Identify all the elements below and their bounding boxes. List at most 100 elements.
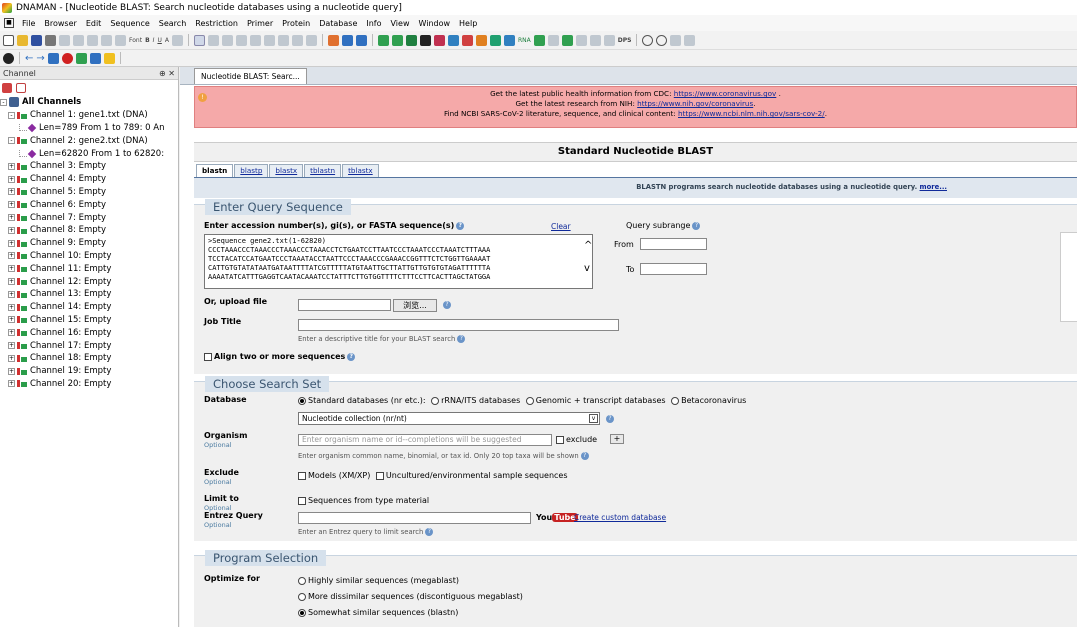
nih-link[interactable]: https://www.nih.gov/coronavirus xyxy=(637,99,753,108)
numbered-list-icon[interactable] xyxy=(249,34,261,46)
channel-item[interactable]: + Channel 9: Empty xyxy=(0,237,178,250)
align-left-icon[interactable] xyxy=(193,34,205,46)
dot-plot-icon[interactable] xyxy=(589,34,601,46)
menu-restriction[interactable]: Restriction xyxy=(195,19,238,28)
channel-1[interactable]: - Channel 1: gene1.txt (DNA) xyxy=(0,109,178,122)
menu-file[interactable]: File xyxy=(22,19,35,28)
blastn-radio[interactable] xyxy=(298,608,306,617)
restriction-icon[interactable] xyxy=(327,34,339,46)
browser-tab[interactable]: Nucleotide BLAST: Searc... xyxy=(194,68,307,84)
refresh-icon[interactable] xyxy=(75,52,87,64)
paragraph-icon[interactable] xyxy=(291,34,303,46)
sequence-icon[interactable] xyxy=(433,34,445,46)
channel-print-icon[interactable] xyxy=(2,83,12,93)
expand-icon[interactable]: + xyxy=(8,265,15,273)
expand-icon[interactable]: + xyxy=(8,188,15,196)
zoom-in-icon[interactable] xyxy=(642,34,654,46)
help-icon[interactable]: ? xyxy=(606,415,614,423)
tab-blastn[interactable]: blastn xyxy=(196,164,234,177)
zoom-fit-icon[interactable] xyxy=(670,34,682,46)
zoom-out-icon[interactable] xyxy=(656,34,668,46)
help-icon[interactable]: ? xyxy=(580,452,589,460)
image-icon[interactable] xyxy=(503,34,515,46)
antibody-icon[interactable] xyxy=(603,34,615,46)
db-rrna-radio[interactable] xyxy=(431,396,440,405)
cut-icon[interactable] xyxy=(59,34,70,46)
youtube-logo[interactable]: You Tube xyxy=(536,513,578,522)
translate-icon[interactable] xyxy=(391,34,403,46)
tab-tblastx[interactable]: tblastx xyxy=(342,164,379,177)
menu-database[interactable]: Database xyxy=(319,19,357,28)
dc-megablast-radio[interactable] xyxy=(298,592,306,601)
db-betacorona-radio[interactable] xyxy=(671,396,680,405)
dps-button[interactable]: DPS xyxy=(618,37,632,44)
expand-icon[interactable]: + xyxy=(8,201,15,209)
channel-item[interactable]: + Channel 11: Empty xyxy=(0,262,178,275)
cdc-link[interactable]: https://www.coronavirus.gov xyxy=(674,89,777,98)
expand-icon[interactable]: + xyxy=(8,303,15,311)
clear-link[interactable]: Clear xyxy=(551,222,571,231)
tab-tblastn[interactable]: tblastn xyxy=(304,164,342,177)
exclude-organism-option[interactable]: exclude xyxy=(556,435,597,444)
help-icon[interactable]: ? xyxy=(425,528,434,536)
help-icon[interactable]: ? xyxy=(457,335,466,343)
from-input[interactable] xyxy=(640,238,707,250)
megablast-option[interactable]: Highly similar sequences (megablast) xyxy=(298,576,459,585)
collapse-icon[interactable]: - xyxy=(8,137,15,145)
arrows-icon[interactable] xyxy=(475,34,487,46)
channel-item[interactable]: + Channel 17: Empty xyxy=(0,339,178,352)
tree-icon[interactable] xyxy=(489,34,501,46)
file-info-icon[interactable] xyxy=(341,34,353,46)
undo-icon[interactable] xyxy=(101,34,112,46)
compare-icon[interactable] xyxy=(447,34,459,46)
channel-item[interactable]: + Channel 15: Empty xyxy=(0,314,178,327)
channel-2-info[interactable]: Len=62820 From 1 to 62820: xyxy=(0,147,178,160)
db-genomic-option[interactable]: Genomic + transcript databases xyxy=(525,396,666,405)
copy-icon[interactable] xyxy=(73,34,84,46)
channel-item[interactable]: + Channel 13: Empty xyxy=(0,288,178,301)
channel-item[interactable]: + Channel 12: Empty xyxy=(0,275,178,288)
type-material-checkbox[interactable] xyxy=(298,496,306,505)
map-icon[interactable] xyxy=(405,34,417,46)
upload-path-input[interactable] xyxy=(298,299,391,311)
binoculars-icon[interactable] xyxy=(419,34,431,46)
entrez-query-input[interactable] xyxy=(298,512,531,524)
expand-icon[interactable]: + xyxy=(8,175,15,183)
menu-sequence[interactable]: Sequence xyxy=(110,19,149,28)
expand-icon[interactable]: + xyxy=(8,316,15,324)
organism-input[interactable]: Enter organism name or id--completions w… xyxy=(298,434,552,446)
expand-icon[interactable]: + xyxy=(8,380,15,388)
db-genomic-radio[interactable] xyxy=(525,396,534,405)
exclude-models-option[interactable]: Models (XM/XP) xyxy=(298,471,370,480)
back-icon[interactable]: ← xyxy=(25,53,33,64)
blastn-option[interactable]: Somewhat similar sequences (blastn) xyxy=(298,608,458,617)
channel-item[interactable]: + Channel 19: Empty xyxy=(0,365,178,378)
sidebar-pin-close-icon[interactable]: ⊕ ✕ xyxy=(159,69,175,78)
toolbar-overflow-icon[interactable] xyxy=(684,34,696,46)
protein-icon[interactable] xyxy=(533,34,545,46)
font-button[interactable]: Font xyxy=(129,37,142,44)
tree-root[interactable]: - All Channels xyxy=(0,96,178,109)
help-icon[interactable]: ? xyxy=(347,352,356,361)
expand-icon[interactable]: + xyxy=(8,278,15,286)
align-checkbox[interactable] xyxy=(204,352,212,361)
expand-icon[interactable]: + xyxy=(8,354,15,362)
highlight-icon[interactable] xyxy=(171,34,183,46)
save-icon[interactable] xyxy=(31,34,42,46)
bold-icon[interactable]: B xyxy=(145,37,150,44)
help-icon[interactable]: ? xyxy=(456,221,465,230)
menu-edit[interactable]: Edit xyxy=(86,19,102,28)
dc-megablast-option[interactable]: More dissimilar sequences (discontiguous… xyxy=(298,592,523,601)
channel-item[interactable]: + Channel 7: Empty xyxy=(0,211,178,224)
exclude-models-checkbox[interactable] xyxy=(298,471,306,480)
channel-list-icon[interactable] xyxy=(16,83,26,93)
open-folder-icon[interactable] xyxy=(17,34,28,46)
db-standard-radio[interactable] xyxy=(298,396,306,405)
channel-1-info[interactable]: Len=789 From 1 to 789: 0 An xyxy=(0,122,178,135)
exclude-uncultured-option[interactable]: Uncultured/environmental sample sequence… xyxy=(375,471,568,480)
outdent-icon[interactable] xyxy=(277,34,289,46)
help-icon[interactable]: ? xyxy=(443,301,451,309)
define-icon[interactable] xyxy=(355,34,367,46)
exclude-uncultured-checkbox[interactable] xyxy=(375,471,384,480)
text-color-icon[interactable]: A xyxy=(165,37,169,44)
